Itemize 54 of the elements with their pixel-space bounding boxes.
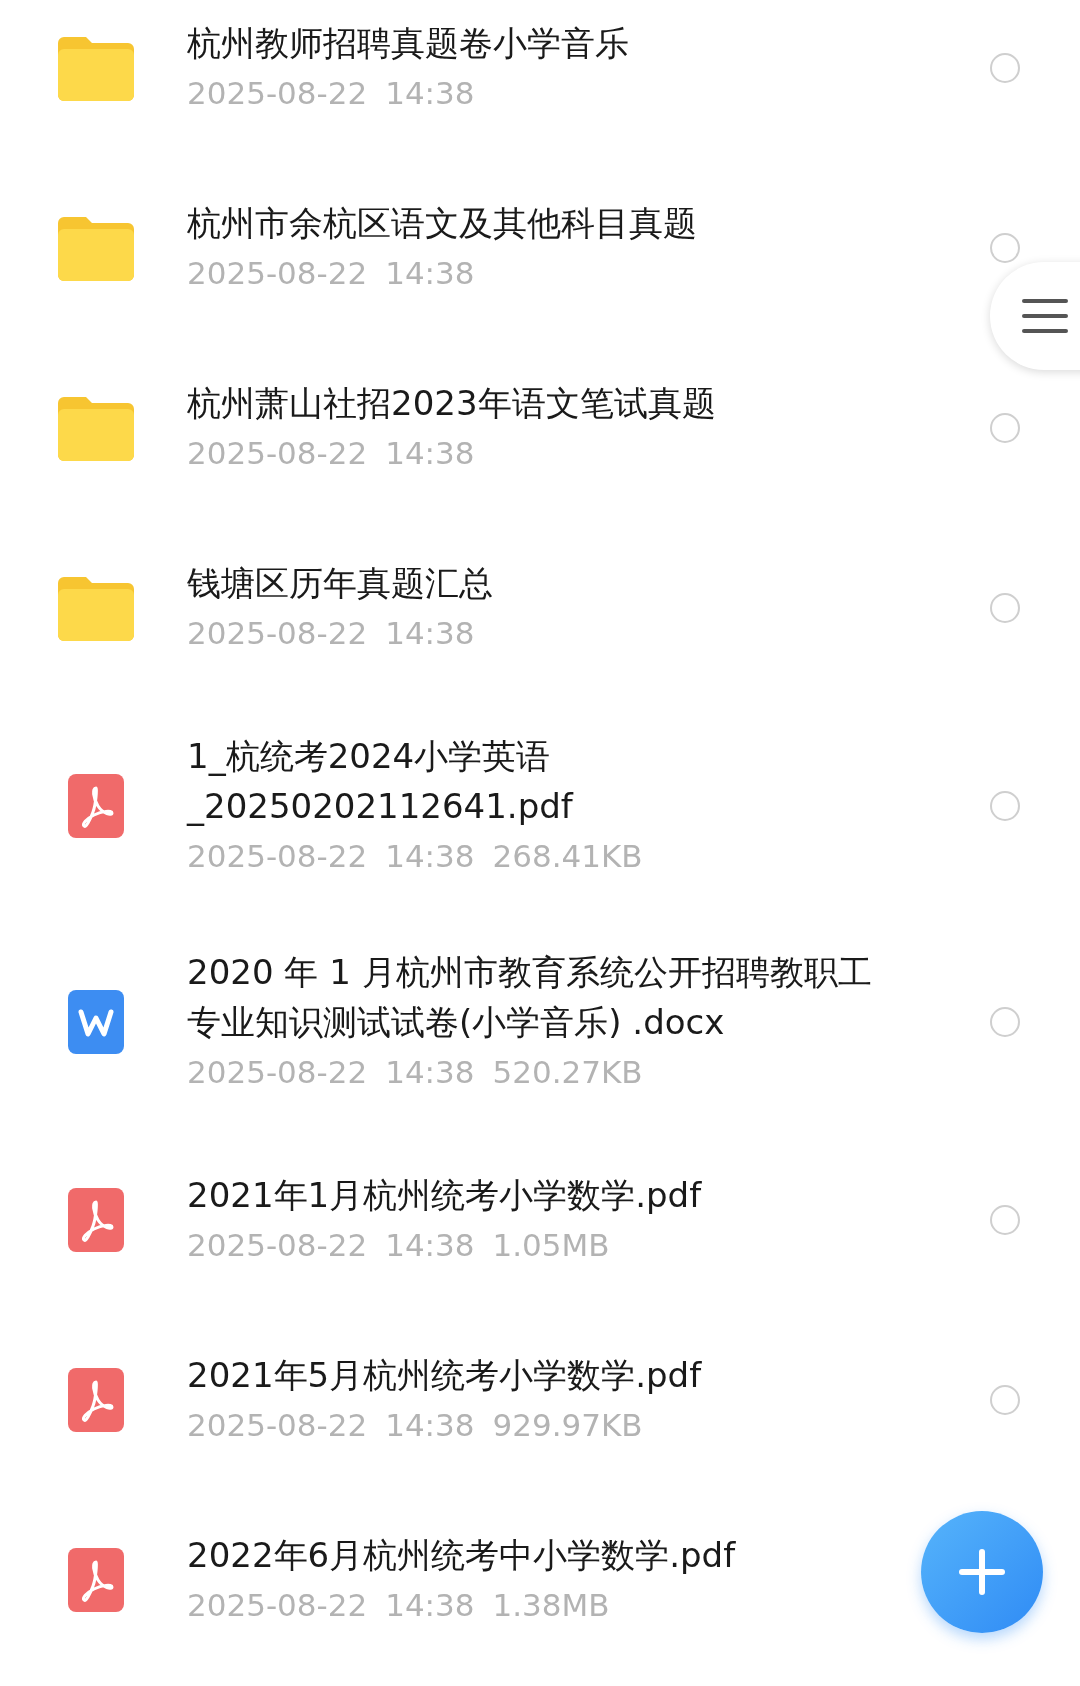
select-radio[interactable] [990, 413, 1020, 443]
file-name: 钱塘区历年真题汇总 [187, 562, 493, 605]
select-radio[interactable] [990, 1205, 1020, 1235]
file-date: 2025-08-22 [187, 614, 368, 653]
plus-icon [959, 1549, 1005, 1595]
document-icon [67, 990, 124, 1054]
file-name: _20250202112641.pdf [187, 785, 573, 828]
folder-icon [57, 575, 134, 641]
file-time: 14:38 [385, 1406, 475, 1445]
file-date: 2025-08-22 [187, 254, 368, 293]
file-date: 2025-08-22 [187, 1226, 368, 1265]
select-radio[interactable] [990, 1007, 1020, 1037]
file-size: 268.41KB [492, 837, 643, 876]
file-size: 1.05MB [492, 1226, 610, 1265]
folder-icon [57, 215, 134, 281]
file-name: 2021年1月杭州统考小学数学.pdf [187, 1174, 702, 1217]
file-name: 杭州教师招聘真题卷小学音乐 [187, 22, 629, 65]
file-time: 14:38 [385, 254, 475, 293]
folder-icon [57, 35, 134, 101]
select-radio[interactable] [990, 53, 1020, 83]
pdf-icon [67, 1188, 124, 1252]
file-date: 2025-08-22 [187, 1586, 368, 1625]
file-time: 14:38 [385, 74, 475, 113]
select-radio[interactable] [990, 1385, 1020, 1415]
file-time: 14:38 [385, 434, 475, 473]
menu-icon [1022, 299, 1068, 333]
file-name: 杭州萧山社招2023年语文笔试真题 [187, 382, 716, 425]
select-radio[interactable] [990, 791, 1020, 821]
file-time: 14:38 [385, 1226, 475, 1265]
pdf-icon [67, 1368, 124, 1432]
file-name: 2020 年 1 月杭州市教育系统公开招聘教职工 [187, 951, 872, 994]
file-time: 14:38 [385, 1053, 475, 1092]
select-radio[interactable] [990, 233, 1020, 263]
add-button[interactable] [921, 1511, 1043, 1633]
file-name: 2022年6月杭州统考中小学数学.pdf [187, 1534, 736, 1577]
file-size: 929.97KB [492, 1406, 643, 1445]
file-size: 520.27KB [492, 1053, 643, 1092]
file-name: 专业知识测试试卷(小学音乐) .docx [187, 1001, 725, 1044]
file-name: 杭州市余杭区语文及其他科目真题 [187, 202, 697, 245]
file-time: 14:38 [385, 1586, 475, 1625]
file-name: 2021年5月杭州统考小学数学.pdf [187, 1354, 702, 1397]
file-time: 14:38 [385, 837, 475, 876]
file-size: 1.38MB [492, 1586, 610, 1625]
pdf-icon [67, 774, 124, 838]
file-date: 2025-08-22 [187, 434, 368, 473]
file-date: 2025-08-22 [187, 1406, 368, 1445]
select-radio[interactable] [990, 593, 1020, 623]
folder-icon [57, 395, 134, 461]
pdf-icon [67, 1548, 124, 1612]
file-date: 2025-08-22 [187, 74, 368, 113]
file-name: 1_杭统考2024小学英语 [187, 735, 551, 778]
file-date: 2025-08-22 [187, 1053, 368, 1092]
file-date: 2025-08-22 [187, 837, 368, 876]
file-time: 14:38 [385, 614, 475, 653]
